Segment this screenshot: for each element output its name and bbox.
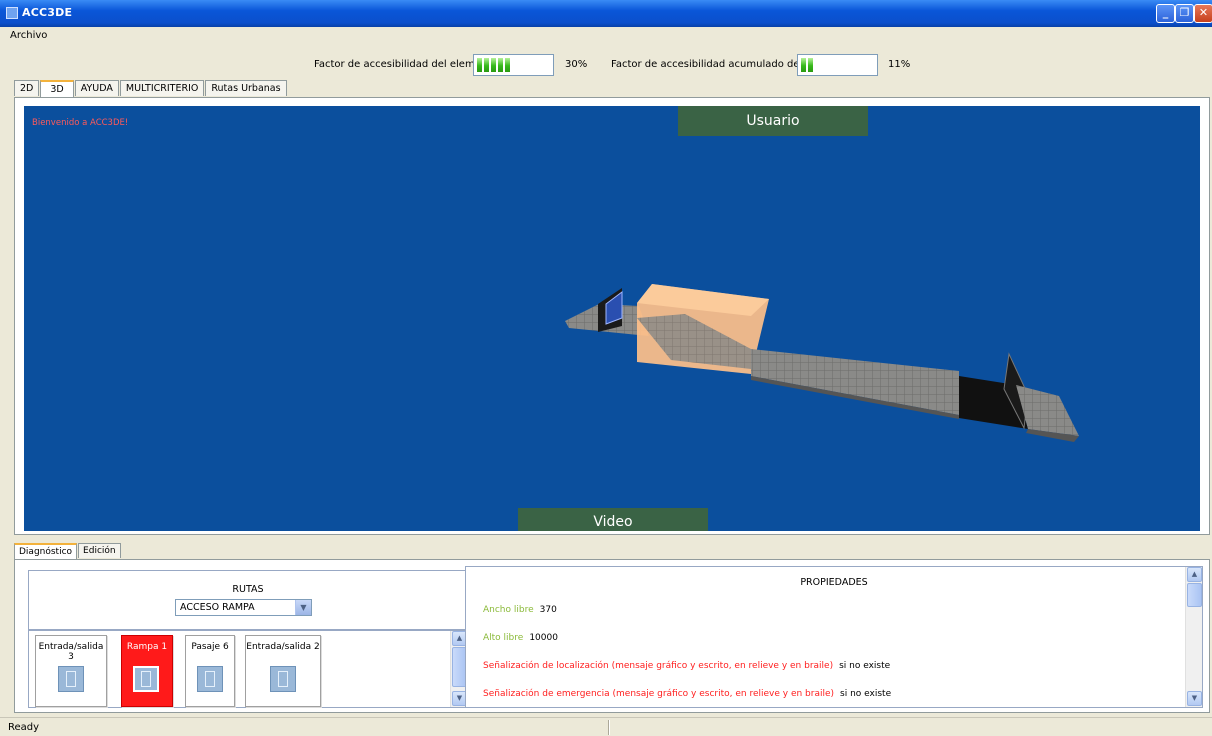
app-icon (6, 7, 18, 19)
property-row: Alto libre 10000 (483, 633, 558, 643)
property-label: Señalización de localización (mensaje gr… (483, 661, 834, 671)
properties-title: PROPIEDADES (800, 577, 868, 588)
route-item-entrada-salida-3[interactable]: Entrada/salida 3 (35, 635, 107, 707)
diagnostic-panel: RUTAS ACCESO RAMPA ▼ Entrada/salida 3 Ra… (14, 559, 1210, 713)
restore-button[interactable]: ❐ (1175, 4, 1194, 23)
status-text: Ready (8, 722, 40, 733)
tab-3d[interactable]: 3D (40, 80, 74, 97)
route-item-label: Rampa 1 (126, 642, 168, 652)
progress-segment (498, 58, 503, 72)
property-label: Señalización de emergencia (mensaje gráf… (483, 689, 835, 699)
viewport-3d-panel: Bienvenido a ACC3DE! Usuario Video (14, 97, 1210, 535)
walkway-icon (197, 666, 223, 692)
property-value: si no existe (840, 689, 892, 699)
tab-multicriterio[interactable]: MULTICRITERIO (119, 80, 205, 96)
window-title: ACC3DE (22, 6, 73, 19)
route-item-label: Entrada/salida 2 (246, 642, 320, 652)
status-bar: Ready (0, 717, 1212, 736)
scroll-thumb[interactable] (1187, 583, 1202, 607)
property-row: Ancho libre 370 (483, 605, 557, 615)
door-icon (270, 666, 296, 692)
progress-segment (477, 58, 482, 72)
close-button[interactable]: ✕ (1194, 4, 1212, 23)
ramp-icon (133, 666, 159, 692)
property-value: si no existe (839, 661, 891, 671)
route-item-pasaje-6[interactable]: Pasaje 6 (185, 635, 235, 707)
bottom-tabs: Diagnóstico Edición (14, 543, 122, 559)
route-select-value: ACCESO RAMPA (180, 602, 255, 613)
progress-segment (491, 58, 496, 72)
route-item-rampa-1[interactable]: Rampa 1 (121, 635, 173, 707)
menu-bar: Archivo (0, 27, 1212, 45)
route-items-list: Entrada/salida 3 Rampa 1 Pasaje 6 Entrad… (28, 630, 468, 708)
title-bar: ACC3DE _ ❐ ✕ (0, 0, 1212, 27)
route-item-label: Entrada/salida 3 (38, 642, 104, 662)
progress-segment (505, 58, 510, 72)
chevron-down-icon[interactable]: ▼ (1187, 691, 1202, 706)
route-select[interactable]: ACCESO RAMPA ▼ (175, 599, 312, 616)
video-button[interactable]: Video (518, 508, 708, 531)
route-3d-model (565, 284, 1079, 442)
element-factor-percent: 30% (565, 59, 588, 70)
properties-scrollbar[interactable]: ▲ ▼ (1185, 567, 1202, 707)
property-label: Alto libre (483, 633, 524, 643)
tab-diagnostico[interactable]: Diagnóstico (14, 543, 78, 559)
route-factor-bar (797, 54, 878, 76)
tab-2d[interactable]: 2D (14, 80, 40, 96)
accessibility-factors: Factor de accesibilidad del elemento 30%… (0, 50, 1212, 78)
property-value: 370 (539, 605, 557, 615)
menu-archivo[interactable]: Archivo (10, 30, 47, 41)
scene-3d[interactable]: Bienvenido a ACC3DE! Usuario Video (24, 106, 1200, 531)
progress-segment (484, 58, 489, 72)
element-factor-bar (473, 54, 554, 76)
rutas-section: RUTAS ACCESO RAMPA ▼ (28, 570, 468, 630)
chevron-down-icon[interactable]: ▼ (295, 600, 311, 615)
minimize-button[interactable]: _ (1156, 4, 1175, 23)
property-value: 10000 (529, 633, 558, 643)
tab-rutas-urbanas[interactable]: Rutas Urbanas (205, 80, 287, 96)
door-icon (58, 666, 84, 692)
progress-segment (808, 58, 813, 72)
property-label: Ancho libre (483, 605, 534, 615)
tab-ayuda[interactable]: AYUDA (74, 80, 119, 96)
rutas-title: RUTAS (232, 584, 264, 595)
property-row: Señalización de emergencia (mensaje gráf… (483, 689, 891, 699)
route-item-label: Pasaje 6 (191, 642, 229, 652)
progress-segment (801, 58, 806, 72)
main-tabs: 2D 3D AYUDA MULTICRITERIO Rutas Urbanas (14, 80, 288, 97)
property-row: Señalización de localización (mensaje gr… (483, 661, 890, 671)
tab-edicion[interactable]: Edición (78, 543, 121, 558)
element-factor-label: Factor de accesibilidad del elemento (314, 59, 498, 70)
route-factor-percent: 11% (888, 59, 911, 70)
route-item-entrada-salida-2[interactable]: Entrada/salida 2 (245, 635, 321, 707)
status-separator (608, 720, 610, 735)
chevron-up-icon[interactable]: ▲ (1187, 567, 1202, 582)
properties-section: PROPIEDADES Ancho libre 370 Alto libre 100… (465, 566, 1203, 708)
